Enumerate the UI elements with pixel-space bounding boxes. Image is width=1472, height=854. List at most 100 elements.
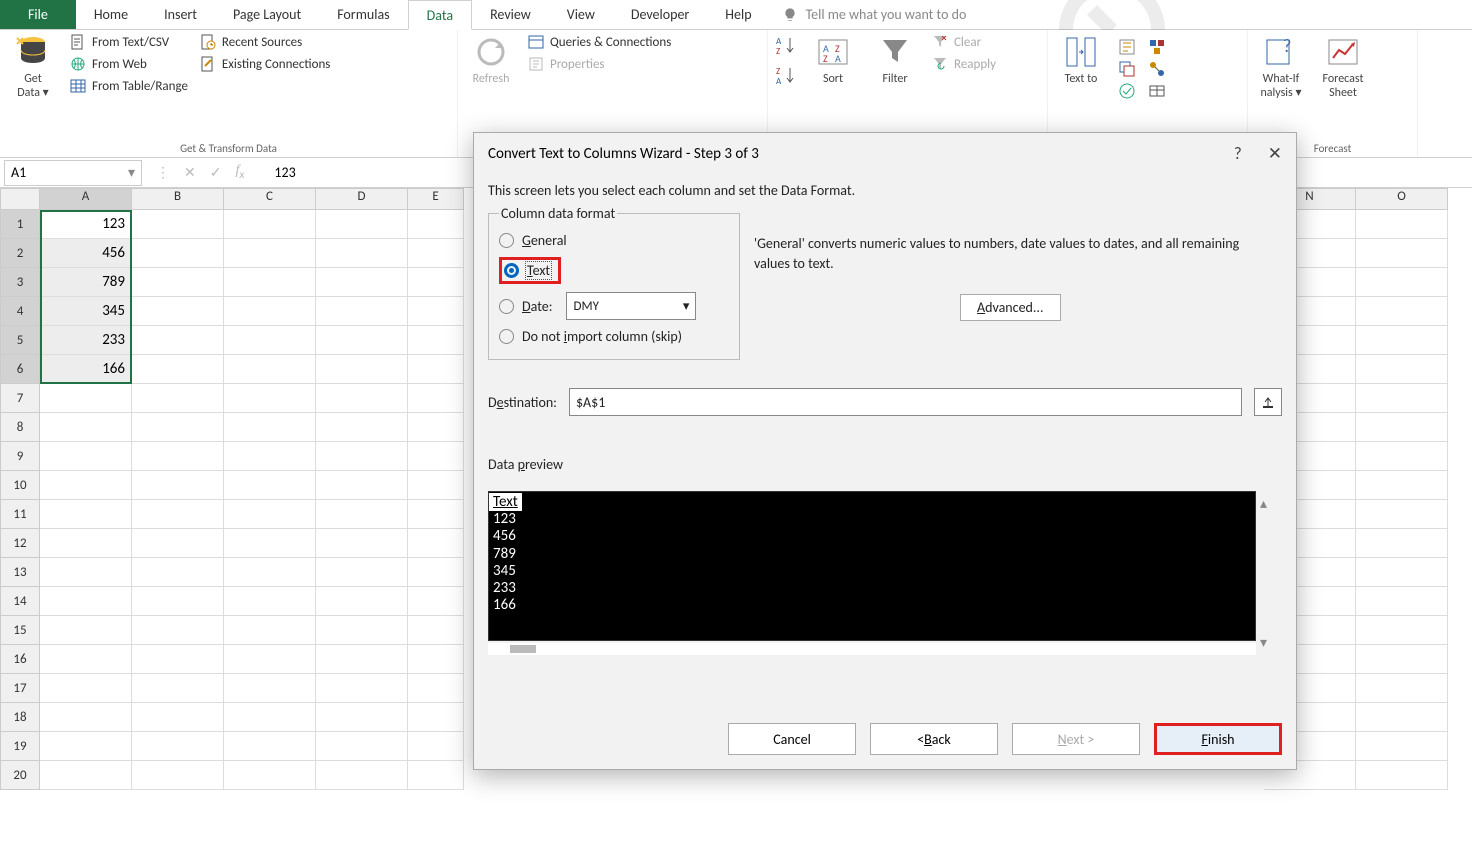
tab-help[interactable]: Help [707,0,769,29]
cell[interactable]: 166 [40,355,132,384]
cell[interactable] [224,384,316,413]
cell[interactable] [316,703,408,732]
cell[interactable] [224,471,316,500]
row-header[interactable]: 7 [0,384,40,413]
help-icon[interactable]: ? [1234,143,1242,164]
cell[interactable] [408,500,464,529]
cell[interactable] [408,268,464,297]
cell[interactable] [1356,645,1448,674]
cell[interactable] [224,500,316,529]
clear-filter-button[interactable]: Clear [932,34,996,50]
cell[interactable] [408,297,464,326]
row-header[interactable]: 10 [0,471,40,500]
fx-icon[interactable]: fx [235,163,244,182]
cell[interactable] [1356,761,1448,790]
remove-duplicates-icon[interactable] [1118,60,1136,78]
forecast-sheet-button[interactable]: ForecastSheet [1318,34,1368,101]
reapply-button[interactable]: Reapply [932,56,996,72]
scroll-up-icon[interactable]: ▴ [1260,495,1278,512]
accept-formula-icon[interactable]: ✓ [210,164,222,181]
cell[interactable] [316,616,408,645]
from-text-csv-button[interactable]: From Text/CSV [70,34,188,50]
cell[interactable] [132,645,224,674]
queries-connections-button[interactable]: Queries & Connections [528,34,671,50]
row-header[interactable]: 8 [0,413,40,442]
cell[interactable] [316,239,408,268]
refresh-all-button[interactable]: Refresh [466,34,516,86]
cell[interactable] [40,442,132,471]
cell[interactable] [316,297,408,326]
row-header[interactable]: 2 [0,239,40,268]
what-if-analysis-button[interactable]: ? What-Ifnalysis ▾ [1256,34,1306,101]
next-button[interactable]: Next > [1012,723,1140,755]
cell[interactable] [132,442,224,471]
cancel-formula-icon[interactable]: ✕ [184,164,196,181]
cell[interactable] [316,268,408,297]
radio-text[interactable]: Text [499,257,561,284]
close-icon[interactable]: ✕ [1268,143,1282,164]
cell[interactable] [224,297,316,326]
cell[interactable] [40,471,132,500]
cell[interactable] [132,529,224,558]
col-header-e[interactable]: E [408,188,464,210]
row-header[interactable]: 17 [0,674,40,703]
filter-button[interactable]: Filter [870,34,920,86]
row-header[interactable]: 13 [0,558,40,587]
cell[interactable] [1356,529,1448,558]
cell[interactable] [408,558,464,587]
consolidate-icon[interactable] [1148,38,1166,56]
cell[interactable] [224,674,316,703]
get-data-button[interactable]: GetData ▾ [8,34,58,101]
cell[interactable] [132,732,224,761]
cell[interactable] [224,703,316,732]
cell[interactable] [224,210,316,239]
cell[interactable] [408,616,464,645]
cell[interactable] [132,239,224,268]
cell[interactable] [1356,732,1448,761]
cell[interactable]: 233 [40,326,132,355]
cell[interactable] [316,500,408,529]
cell[interactable] [40,384,132,413]
name-box[interactable]: A1 ▾ [4,160,142,186]
finish-button[interactable]: Finish [1154,723,1282,755]
cell[interactable] [408,239,464,268]
cell[interactable] [224,413,316,442]
properties-button[interactable]: Properties [528,56,671,72]
cell[interactable] [132,210,224,239]
col-header-o[interactable]: O [1356,188,1448,210]
cell[interactable] [316,355,408,384]
cell[interactable] [408,442,464,471]
tab-data[interactable]: Data [408,0,472,30]
cell[interactable] [132,616,224,645]
cell[interactable] [224,239,316,268]
cell[interactable] [408,703,464,732]
cell[interactable] [1356,616,1448,645]
cell[interactable] [132,703,224,732]
col-header-a[interactable]: A [40,188,132,210]
col-header-c[interactable]: C [224,188,316,210]
cell[interactable] [408,761,464,790]
destination-input[interactable]: $A$1 [569,388,1242,416]
cell[interactable] [224,587,316,616]
cell[interactable] [132,471,224,500]
row-header[interactable]: 6 [0,355,40,384]
data-preview[interactable]: Text 123456789345233166 [488,491,1256,641]
cell[interactable] [224,268,316,297]
cell[interactable] [1356,471,1448,500]
tab-page-layout[interactable]: Page Layout [215,0,319,29]
sort-button[interactable]: AZZA Sort [808,34,858,86]
cell[interactable] [132,558,224,587]
cell[interactable] [1356,384,1448,413]
cell[interactable] [132,500,224,529]
cell[interactable] [316,413,408,442]
select-all-corner[interactable] [0,188,40,210]
col-header-b[interactable]: B [132,188,224,210]
tab-view[interactable]: View [549,0,613,29]
cell[interactable] [224,645,316,674]
recent-sources-button[interactable]: Recent Sources [200,34,330,50]
from-web-button[interactable]: From Web [70,56,188,72]
row-header[interactable]: 11 [0,500,40,529]
back-button[interactable]: < Back [870,723,998,755]
cell[interactable] [1356,326,1448,355]
cell[interactable] [408,732,464,761]
